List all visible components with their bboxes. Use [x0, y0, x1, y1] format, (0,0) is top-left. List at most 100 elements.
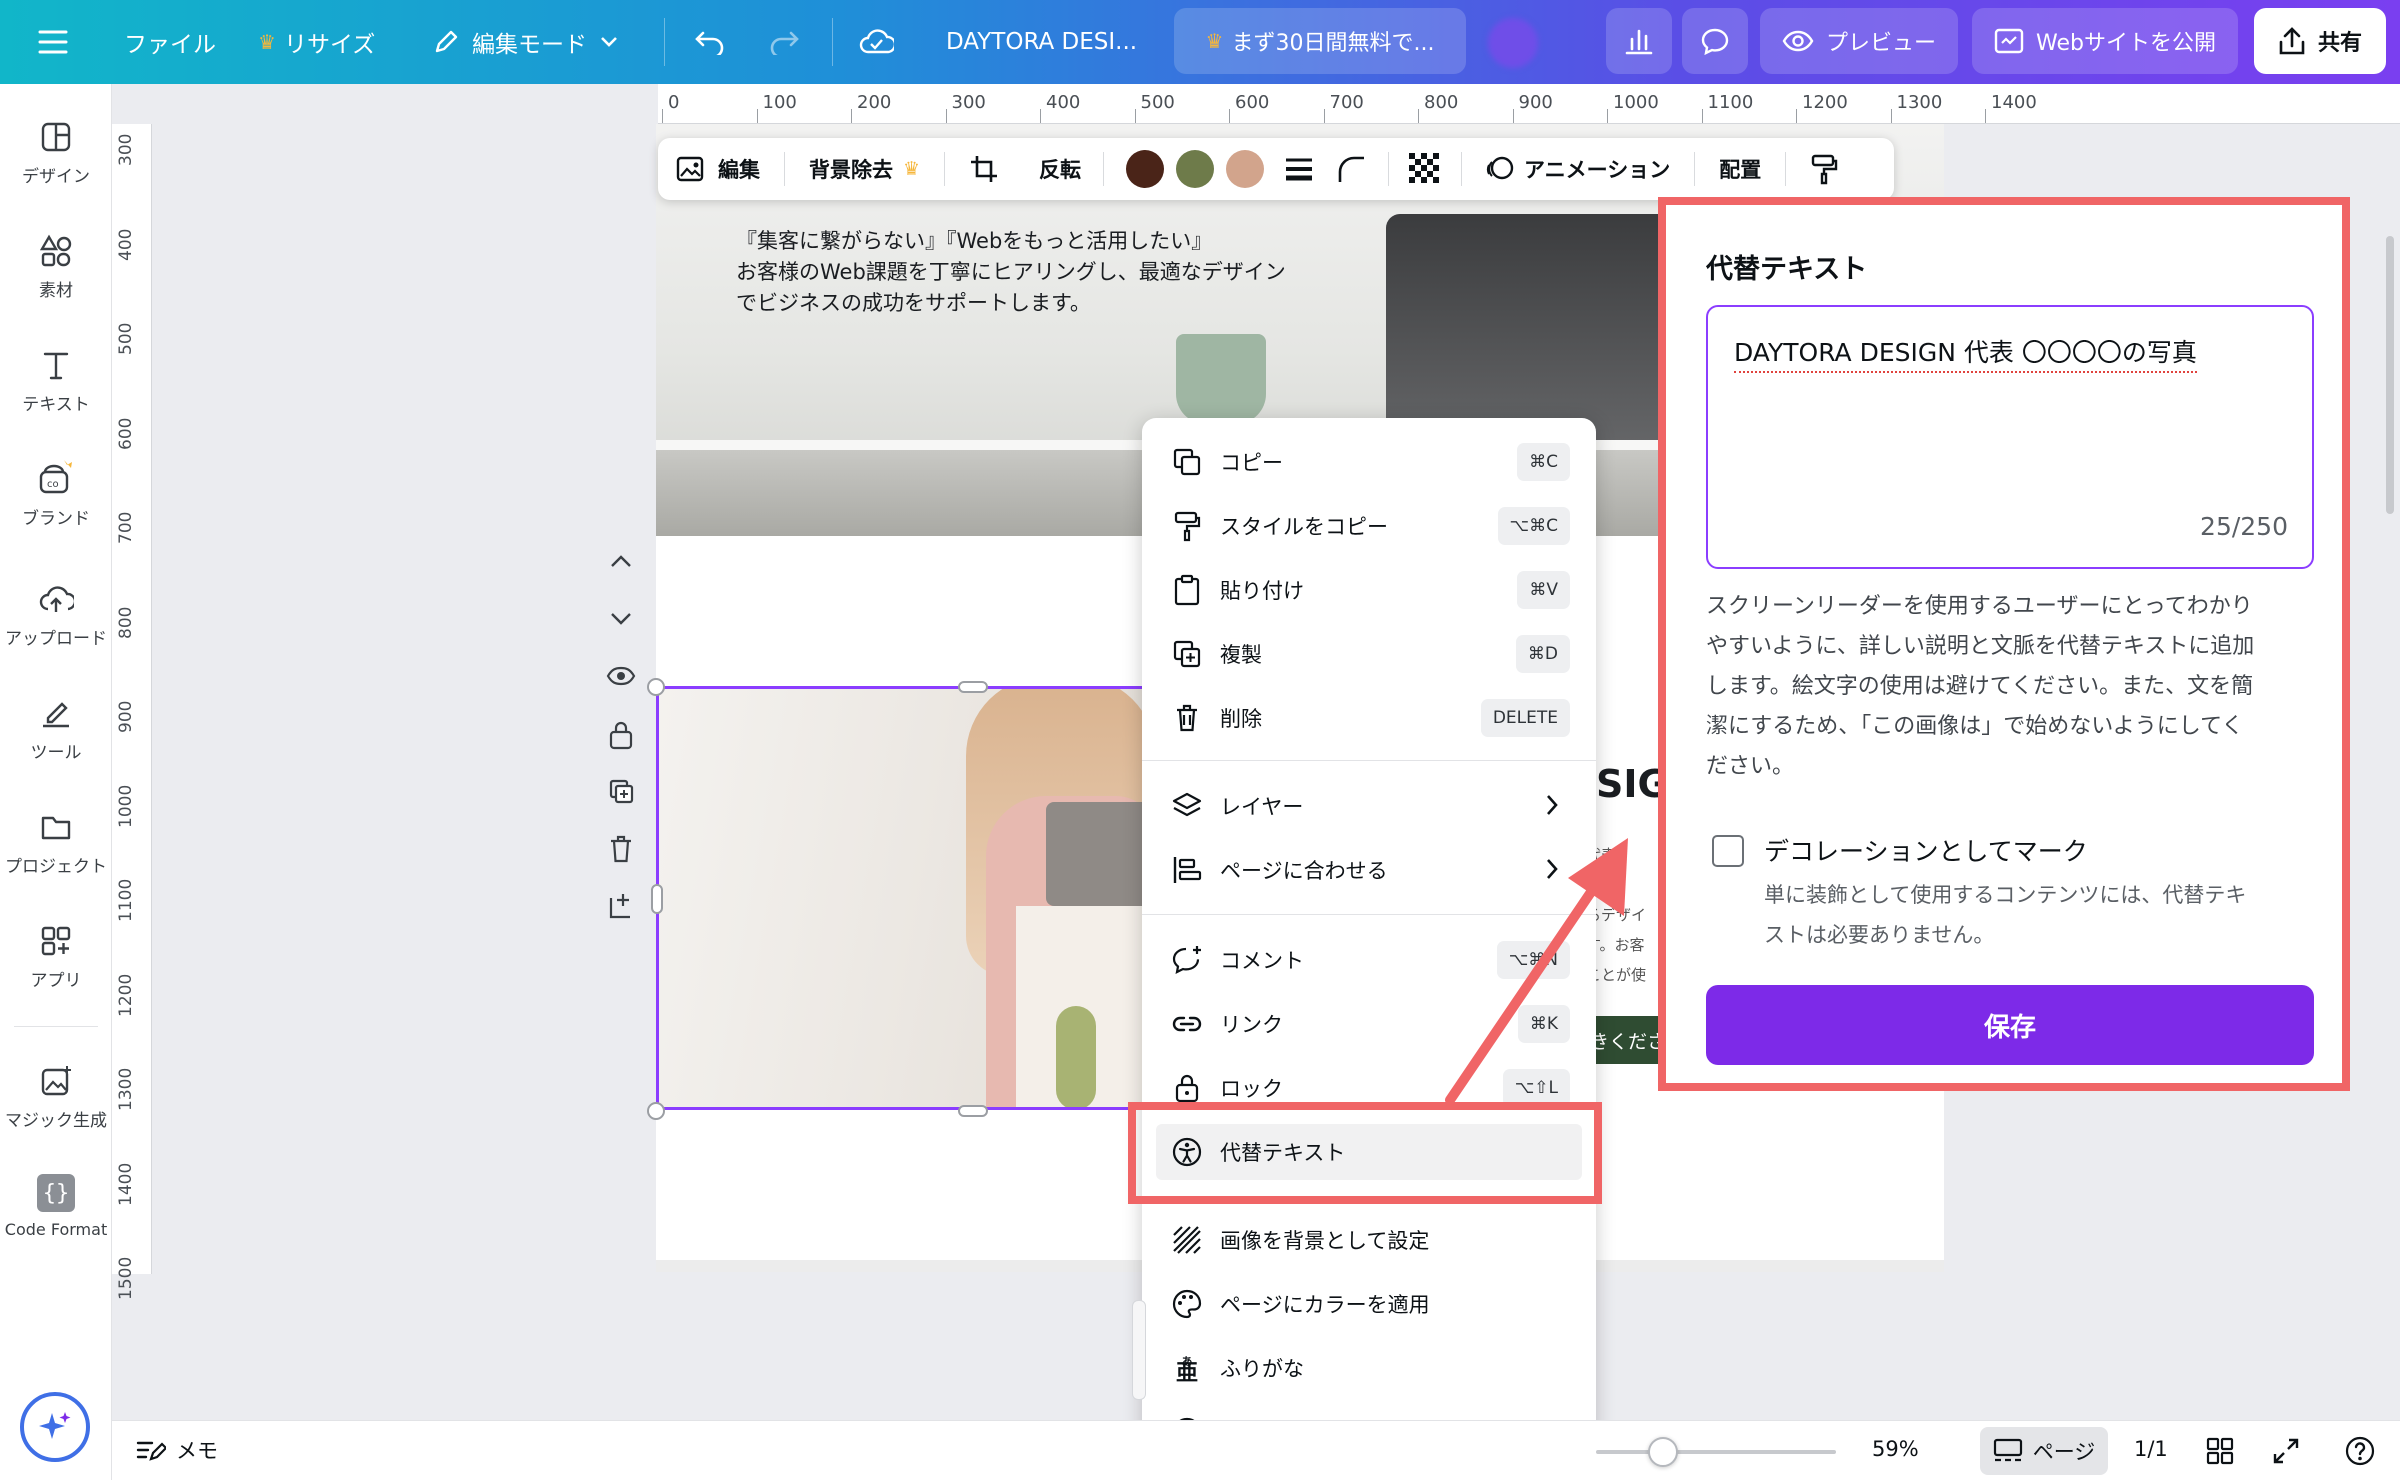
flip-button[interactable]: 反転 — [1039, 154, 1081, 184]
move-down-icon[interactable] — [606, 606, 636, 630]
sidebar-item-design[interactable]: デザイン — [0, 120, 112, 187]
help-icon[interactable] — [2344, 1435, 2376, 1467]
publish-website-button[interactable]: Webサイトを公開 — [1972, 8, 2238, 74]
sidebar-item-tools[interactable]: ツール — [0, 696, 112, 763]
notes-button[interactable]: メモ — [136, 1435, 218, 1465]
image-toolbar: 編集 背景除去 ♛ 反転 アニメーション 配置 — [658, 138, 1894, 200]
selected-profile-image[interactable] — [656, 686, 1146, 1110]
undo-icon[interactable] — [694, 0, 726, 84]
zoom-slider-thumb[interactable] — [1648, 1437, 1678, 1467]
menu-item-copy-style[interactable]: スタイルをコピー ⌥⌘C — [1170, 498, 1570, 554]
ruler-tick-label: 300 — [116, 133, 136, 166]
resize-handle-top[interactable] — [958, 681, 988, 693]
fullscreen-icon[interactable] — [2272, 1437, 2300, 1465]
color-swatch[interactable] — [1226, 150, 1265, 188]
analytics-icon[interactable] — [1606, 8, 1672, 74]
copy-icon — [1170, 445, 1204, 479]
add-page-icon[interactable] — [608, 890, 634, 920]
animation-button[interactable]: アニメーション — [1484, 154, 1670, 184]
free-trial-button[interactable]: ♛ まず30日間無料で... — [1174, 8, 1466, 74]
crop-icon[interactable] — [969, 154, 999, 184]
menu-item-set-as-background[interactable]: 画像を背景として設定 — [1170, 1212, 1570, 1268]
menu-item-copy[interactable]: コピー ⌘C — [1170, 434, 1570, 490]
position-button[interactable]: 配置 — [1719, 154, 1761, 184]
menu-item-duplicate[interactable]: 複製 ⌘D — [1170, 626, 1570, 682]
resize-handle-bottom-left[interactable] — [647, 1102, 665, 1120]
document-title[interactable]: DAYTORA DESI... — [946, 0, 1137, 84]
ruler-tick-label: 1100 — [116, 878, 136, 922]
color-swatch[interactable] — [1126, 150, 1165, 188]
hero-text-block[interactable]: 『集客に繋がらない』『Webをもっと活用したい』 お客様のWeb課題を丁寧にヒア… — [736, 226, 1286, 319]
lock-icon — [1170, 1071, 1204, 1105]
ruler-tick-label: 100 — [762, 92, 797, 113]
draw-tool-icon — [39, 696, 73, 730]
sidebar-item-elements[interactable]: 素材 — [0, 234, 112, 301]
sidebar-item-text[interactable]: テキスト — [0, 348, 112, 415]
lock-icon[interactable] — [608, 720, 634, 750]
move-up-icon[interactable] — [606, 550, 636, 574]
sidebar-item-upload[interactable]: アップロード — [0, 582, 112, 649]
zoom-level[interactable]: 59% — [1872, 1437, 1919, 1461]
avatar[interactable] — [1488, 18, 1538, 68]
ruler-tick-label: 1200 — [1802, 92, 1848, 113]
menu-item-apply-colors[interactable]: ページにカラーを適用 — [1170, 1276, 1570, 1332]
page-counter[interactable]: 1/1 — [2134, 1437, 2168, 1461]
menu-item-furigana[interactable]: あ亜 ふりがな — [1170, 1340, 1570, 1396]
edit-mode-dropdown[interactable]: 編集モード — [432, 0, 619, 84]
save-button[interactable]: 保存 — [1706, 985, 2314, 1065]
redo-icon[interactable] — [768, 0, 800, 84]
menu-item-paste[interactable]: 貼り付け ⌘V — [1170, 562, 1570, 618]
trash-icon — [1170, 701, 1204, 735]
background-remover-button[interactable]: 背景除去 ♛ — [809, 154, 920, 184]
decoration-checkbox[interactable] — [1712, 835, 1744, 867]
sidebar-item-apps[interactable]: アプリ — [0, 924, 112, 991]
magic-assistant-button[interactable] — [20, 1392, 90, 1462]
top-bar: ファイル ♛ リサイズ 編集モード DAYTORA DESI... ♛ まず30… — [0, 0, 2400, 84]
preview-button[interactable]: プレビュー — [1760, 8, 1958, 74]
cloud-sync-icon[interactable] — [858, 0, 894, 84]
ruler-tick-label: 1400 — [1991, 92, 2037, 113]
crown-icon: ♛ — [258, 30, 276, 54]
alt-text-panel: 代替テキスト DAYTORA DESIGN 代表 〇〇〇〇の写真 25/250 … — [1658, 197, 2350, 1091]
trash-icon[interactable] — [608, 834, 634, 864]
pencil-icon — [432, 28, 460, 56]
duplicate-icon[interactable] — [608, 778, 634, 806]
panel-title: 代替テキスト — [1706, 254, 1868, 285]
resize-handle-left[interactable] — [651, 884, 663, 914]
sidebar-item-code-format[interactable]: {} Code Format — [0, 1174, 112, 1239]
corner-rounding-icon[interactable] — [1336, 154, 1366, 184]
resize-handle-bottom[interactable] — [958, 1105, 988, 1117]
share-icon — [2278, 26, 2306, 56]
shapes-icon — [39, 234, 73, 268]
ruler-tick-label: 700 — [116, 511, 136, 544]
pages-button[interactable]: ページ — [1980, 1427, 2108, 1475]
grid-view-icon[interactable] — [2206, 1437, 2234, 1465]
page-tab-partial — [1132, 1300, 1146, 1400]
canvas-scrollbar[interactable] — [2386, 236, 2394, 514]
resize-button[interactable]: ♛ リサイズ — [258, 0, 375, 84]
alt-text-description: スクリーンリーダーを使用するユーザーにとってわかり やすいように、詳しい説明と文… — [1706, 594, 2255, 779]
edit-image-button[interactable]: 編集 — [676, 154, 760, 184]
border-style-icon[interactable] — [1284, 156, 1314, 182]
zoom-slider[interactable] — [1596, 1450, 1836, 1454]
ruler-tick-label: 1100 — [1707, 92, 1754, 113]
sidebar-item-magic-media[interactable]: マジック生成 — [0, 1064, 112, 1131]
ruler-tick-label: 1000 — [1613, 92, 1659, 113]
clipboard-icon — [1170, 573, 1204, 607]
resize-handle-top-left[interactable] — [647, 678, 665, 696]
menu-icon[interactable] — [38, 0, 68, 84]
sidebar-item-brand[interactable]: co ブランド — [0, 456, 112, 529]
alt-text-input[interactable]: DAYTORA DESIGN 代表 〇〇〇〇の写真 25/250 — [1706, 305, 2314, 569]
ruler-horizontal: 0 100 200 300 400 500 600 700 800 900 1000 1100 1200… — [658, 84, 2400, 124]
share-button[interactable]: 共有 — [2254, 8, 2386, 74]
ruler-tick-label: 1400 — [116, 1162, 136, 1206]
menu-item-delete[interactable]: 削除 DELETE — [1170, 690, 1570, 746]
comment-icon[interactable] — [1682, 8, 1748, 74]
file-menu[interactable]: ファイル — [124, 0, 216, 84]
chair-detail — [1056, 1006, 1096, 1110]
copy-style-icon[interactable] — [1810, 153, 1838, 185]
sidebar-item-projects[interactable]: プロジェクト — [0, 810, 112, 877]
color-swatch[interactable] — [1176, 150, 1215, 188]
visibility-icon[interactable] — [606, 664, 636, 688]
transparency-icon[interactable] — [1409, 153, 1441, 185]
